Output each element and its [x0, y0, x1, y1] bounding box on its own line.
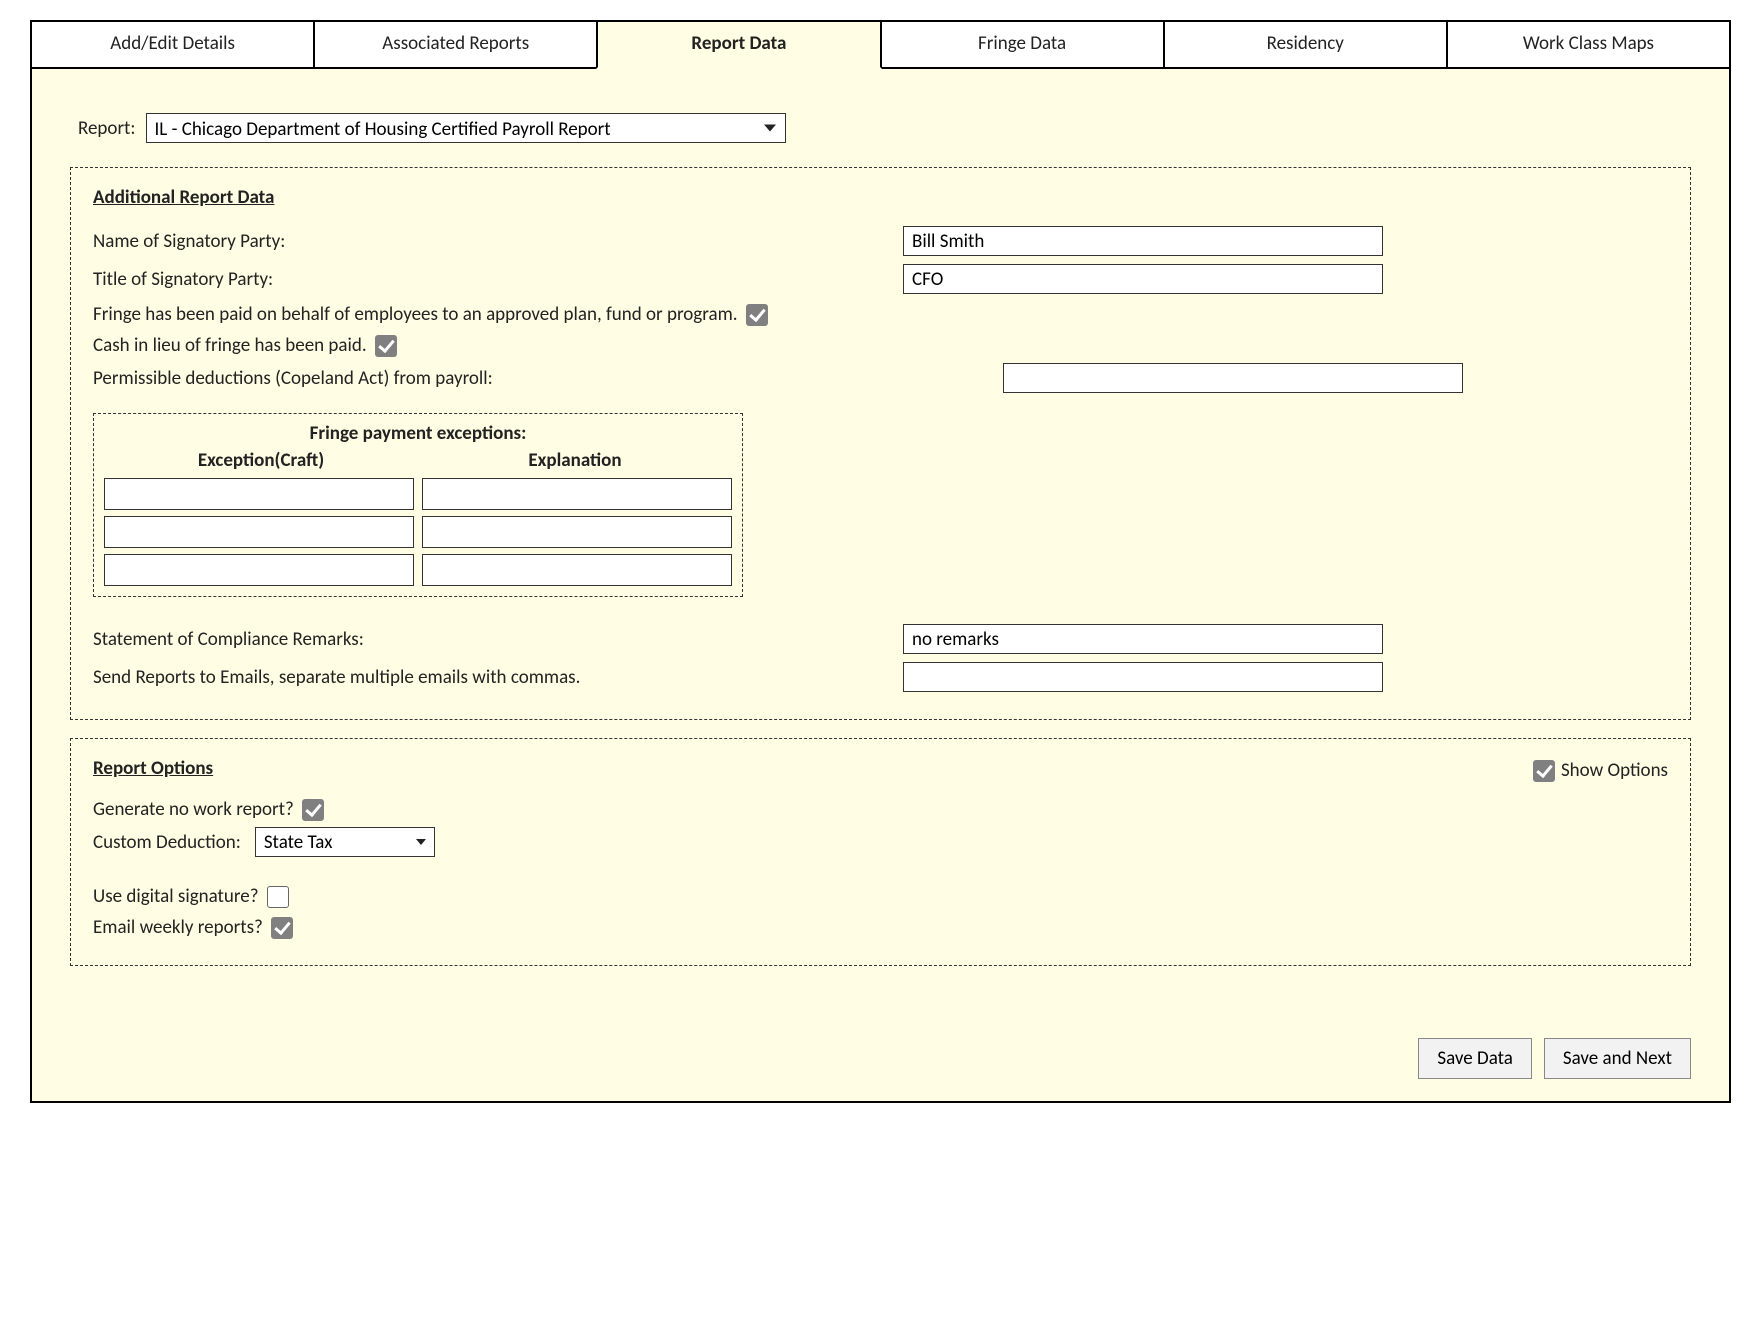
additional-report-data-box: Additional Report Data Name of Signatory… — [70, 167, 1691, 720]
fringe-explanation-input-3[interactable] — [422, 554, 732, 586]
emails-input[interactable] — [903, 662, 1383, 692]
additional-report-data-title: Additional Report Data — [93, 186, 274, 209]
signatory-title-input[interactable] — [903, 264, 1383, 294]
cash-in-lieu-checkbox[interactable] — [375, 335, 397, 357]
tab-row: Add/Edit Details Associated Reports Repo… — [30, 20, 1731, 69]
fringe-craft-input-1[interactable] — [104, 478, 414, 510]
show-options-checkbox[interactable] — [1533, 760, 1555, 782]
fringe-col-craft: Exception(Craft) — [104, 449, 418, 472]
no-work-report-checkbox[interactable] — [302, 799, 324, 821]
compliance-remarks-label: Statement of Compliance Remarks: — [93, 628, 903, 651]
no-work-report-label: Generate no work report? — [93, 798, 294, 821]
fringe-exceptions-title: Fringe payment exceptions: — [104, 422, 732, 445]
fringe-paid-checkbox[interactable] — [746, 304, 768, 326]
signatory-title-label: Title of Signatory Party: — [93, 268, 903, 291]
signatory-name-input[interactable] — [903, 226, 1383, 256]
deductions-input[interactable] — [1003, 363, 1463, 393]
tab-fringe-data[interactable]: Fringe Data — [880, 20, 1165, 69]
signatory-name-label: Name of Signatory Party: — [93, 230, 903, 253]
emails-label: Send Reports to Emails, separate multipl… — [93, 666, 903, 689]
deductions-label: Permissible deductions (Copeland Act) fr… — [93, 363, 903, 390]
report-options-box: Report Options Generate no work report? … — [70, 738, 1691, 966]
fringe-explanation-input-2[interactable] — [422, 516, 732, 548]
report-select-label: Report: — [78, 117, 136, 140]
panel-report-data: Report: IL - Chicago Department of Housi… — [32, 69, 1729, 1101]
tab-residency[interactable]: Residency — [1163, 20, 1448, 69]
tab-associated-reports[interactable]: Associated Reports — [313, 20, 598, 69]
fringe-craft-input-3[interactable] — [104, 554, 414, 586]
report-select[interactable]: IL - Chicago Department of Housing Certi… — [146, 113, 786, 143]
email-weekly-checkbox[interactable] — [271, 917, 293, 939]
fringe-craft-input-2[interactable] — [104, 516, 414, 548]
report-options-title: Report Options — [93, 757, 213, 780]
save-data-button[interactable]: Save Data — [1418, 1038, 1532, 1079]
digital-signature-label: Use digital signature? — [93, 885, 259, 908]
fringe-explanation-input-1[interactable] — [422, 478, 732, 510]
fringe-exceptions-box: Fringe payment exceptions: Exception(Cra… — [93, 413, 743, 597]
save-and-next-button[interactable]: Save and Next — [1544, 1038, 1691, 1079]
digital-signature-checkbox[interactable] — [267, 886, 289, 908]
tab-work-class-maps[interactable]: Work Class Maps — [1446, 20, 1731, 69]
custom-deduction-select[interactable]: State Tax — [255, 827, 435, 857]
tab-report-data[interactable]: Report Data — [596, 20, 881, 69]
tab-add-edit-details[interactable]: Add/Edit Details — [30, 20, 315, 69]
compliance-remarks-input[interactable] — [903, 624, 1383, 654]
fringe-col-explanation: Explanation — [418, 449, 732, 472]
email-weekly-label: Email weekly reports? — [93, 916, 263, 939]
fringe-paid-label: Fringe has been paid on behalf of employ… — [93, 303, 738, 326]
cash-in-lieu-label: Cash in lieu of fringe has been paid. — [93, 334, 367, 357]
show-options-label: Show Options — [1561, 759, 1668, 782]
custom-deduction-label: Custom Deduction: — [93, 831, 241, 854]
